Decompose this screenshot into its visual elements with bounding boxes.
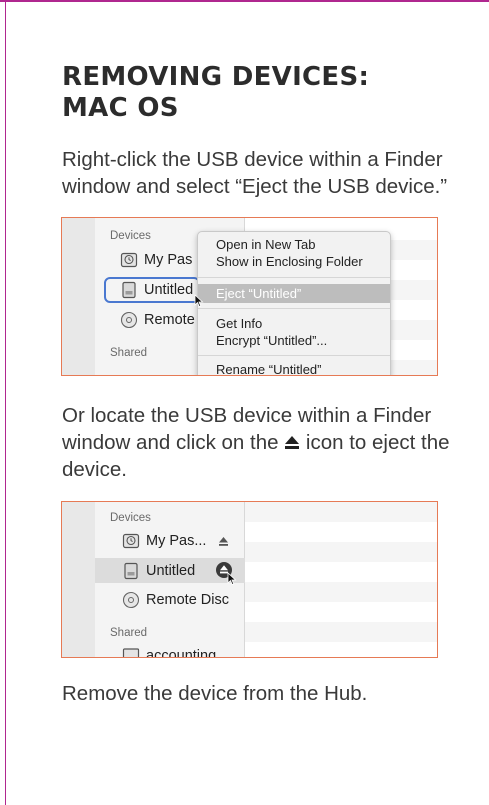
page-title-line-2: MAC OS <box>62 93 179 123</box>
screenshot-context-menu: Devices My Pas Untitled Remote Shared Op… <box>61 217 438 376</box>
screenshot-sidebar-eject: Devices My Pas... Untitled Remote Disc S… <box>61 501 438 658</box>
list-stripe <box>245 582 437 602</box>
instruction-right-click: Right-click the USB device within a Find… <box>62 148 448 198</box>
sidebar-item-remote-disc[interactable]: Remote <box>144 312 195 328</box>
usb-drive-icon[interactable] <box>122 562 140 580</box>
mouse-pointer-icon <box>227 572 237 586</box>
sidebar-devices-label: Devices <box>110 512 151 524</box>
page-title: REMOVING DEVICES: MAC OS <box>62 62 462 124</box>
context-menu: Open in New Tab Show in Enclosing Folder… <box>197 231 391 375</box>
sidebar-item-accounting[interactable]: accounting <box>146 648 216 657</box>
frame-left-rule <box>5 0 6 805</box>
sidebar-item-my-passport[interactable]: My Pas... <box>146 533 206 549</box>
time-machine-drive-icon[interactable] <box>122 532 140 550</box>
frame-top-rule <box>0 0 489 2</box>
time-machine-drive-icon[interactable] <box>120 251 138 269</box>
menu-separator <box>198 355 390 356</box>
menu-item-eject[interactable]: Eject “Untitled” <box>216 286 301 301</box>
sidebar-shared-label: Shared <box>110 627 148 639</box>
remote-disc-icon[interactable] <box>122 591 140 609</box>
list-stripe <box>245 502 437 522</box>
menu-item-get-info[interactable]: Get Info <box>216 316 262 331</box>
window-gutter <box>62 218 95 375</box>
list-stripe <box>245 622 437 642</box>
sidebar-item-untitled[interactable]: Untitled <box>146 563 195 579</box>
usb-drive-icon[interactable] <box>120 281 138 299</box>
menu-item-show-in-enclosing-folder[interactable]: Show in Enclosing Folder <box>216 254 363 269</box>
sidebar-item-untitled[interactable]: Untitled <box>144 282 193 298</box>
instruction-eject-icon: Or locate the USB device within a Finder… <box>62 402 462 483</box>
sidebar-shared-label: Shared <box>110 347 148 359</box>
menu-item-rename[interactable]: Rename “Untitled” <box>216 362 322 375</box>
instruction-remove-device: Remove the device from the Hub. <box>62 682 368 705</box>
menu-separator <box>198 277 390 278</box>
remote-disc-icon[interactable] <box>120 311 138 329</box>
sidebar-devices-label: Devices <box>110 230 151 242</box>
eject-icon <box>285 436 300 449</box>
eject-button-my-passport[interactable] <box>218 536 229 547</box>
finder-list <box>245 502 437 657</box>
menu-separator <box>198 308 390 309</box>
shared-computer-icon[interactable] <box>122 647 140 658</box>
mouse-pointer-icon <box>194 294 204 308</box>
menu-item-encrypt[interactable]: Encrypt “Untitled”... <box>216 333 327 348</box>
page-title-line-1: REMOVING DEVICES: <box>62 62 370 92</box>
window-gutter <box>62 502 95 657</box>
list-stripe <box>245 542 437 562</box>
sidebar-item-my-passport[interactable]: My Pas <box>144 252 192 268</box>
sidebar-item-remote-disc[interactable]: Remote Disc <box>146 592 229 608</box>
menu-item-open-in-new-tab[interactable]: Open in New Tab <box>216 237 316 252</box>
